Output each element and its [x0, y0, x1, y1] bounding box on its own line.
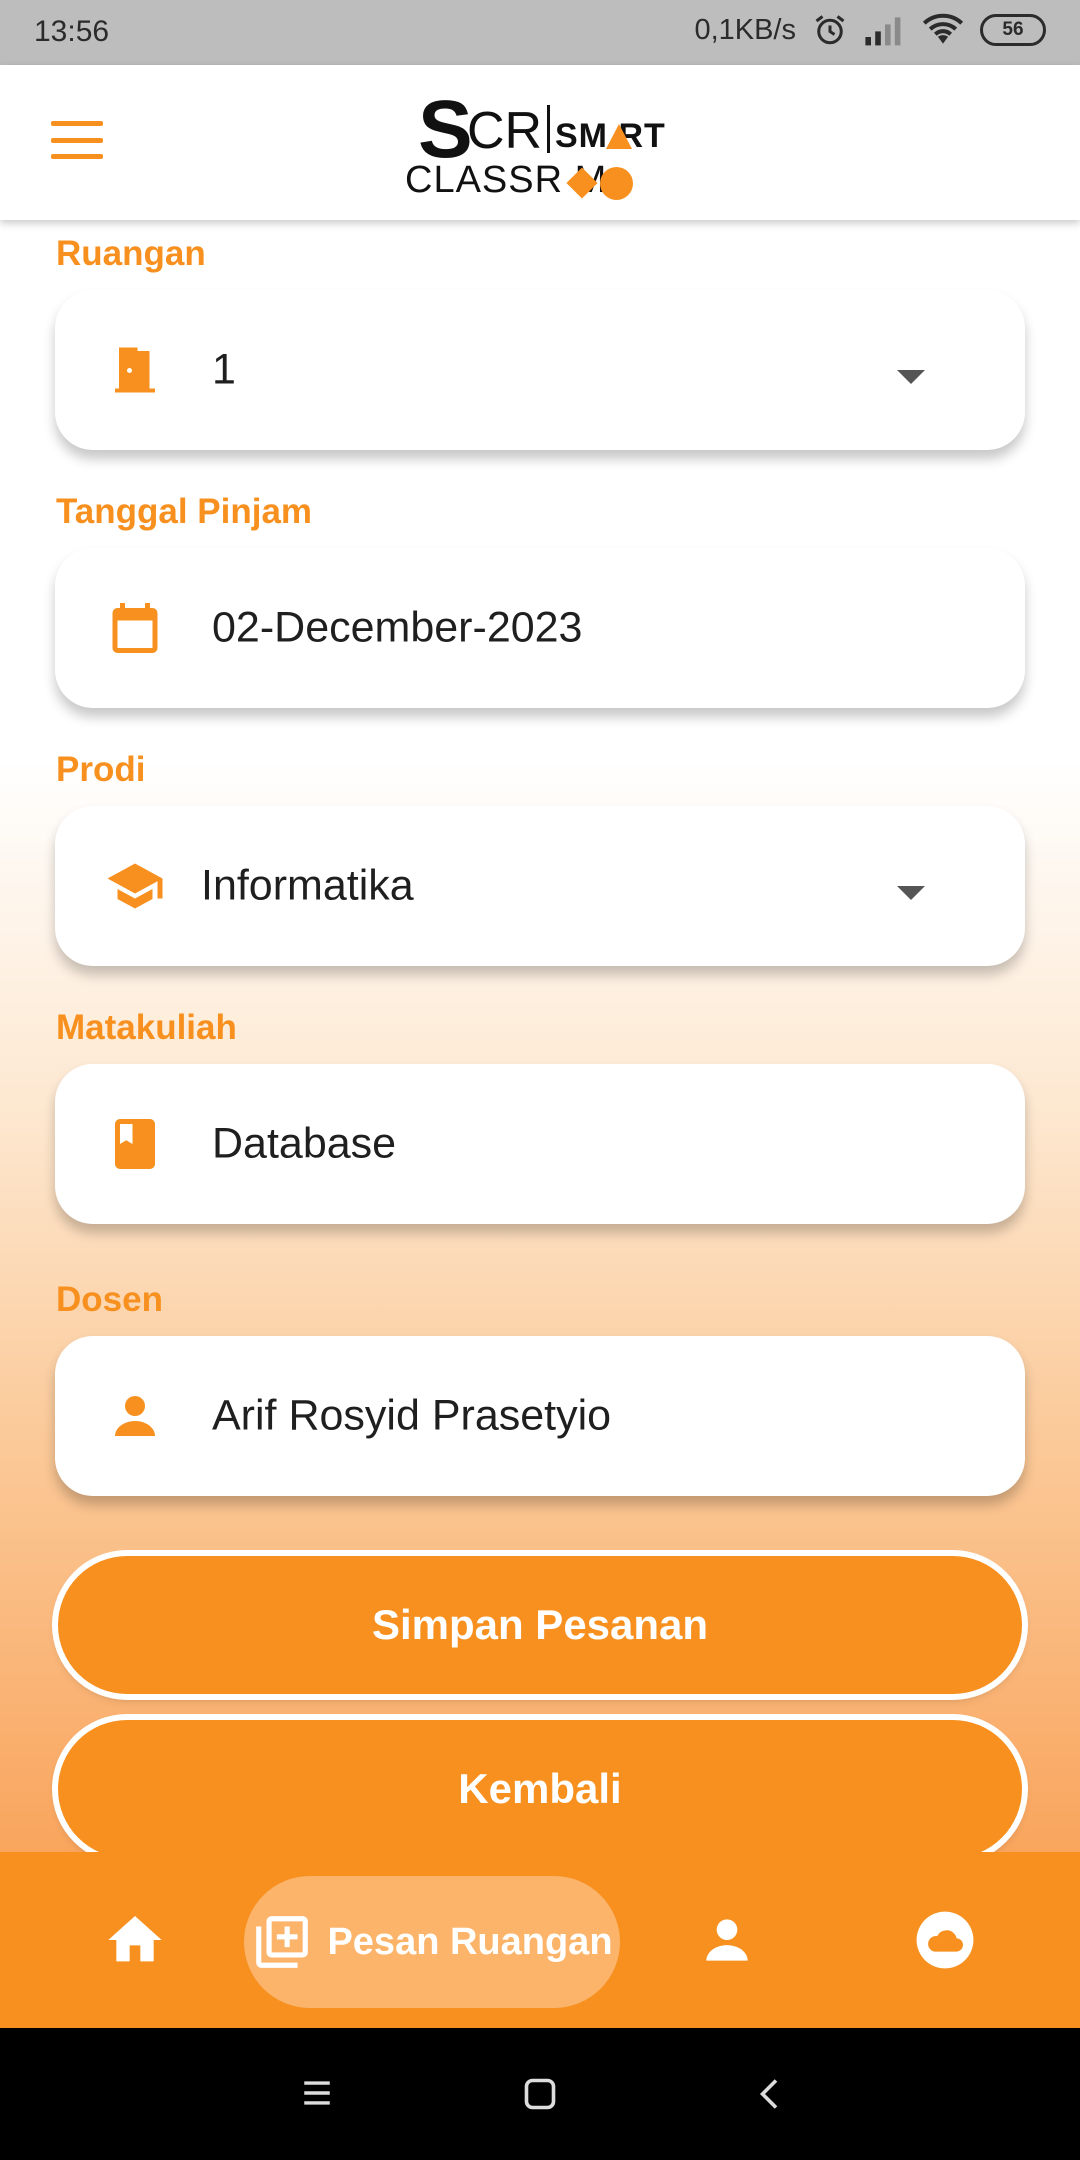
nav-pesan-ruangan-label: Pesan Ruangan	[327, 1920, 613, 1963]
ruangan-value: 1	[212, 345, 236, 394]
bottom-navigation: Pesan Ruangan	[0, 1852, 1080, 2028]
book-icon	[115, 1119, 155, 1169]
nav-cloud[interactable]	[890, 1852, 1000, 2028]
tanggal-value: 02-December-2023	[212, 603, 583, 652]
menu-button[interactable]	[44, 115, 110, 165]
logo-circle	[600, 167, 633, 200]
system-navigation-bar	[0, 2028, 1080, 2160]
person-icon	[706, 1919, 748, 1961]
prodi-dropdown[interactable]: Informatika	[55, 806, 1025, 966]
person-icon	[115, 1396, 155, 1436]
matakuliah-field[interactable]: Database	[55, 1064, 1025, 1224]
cloud-icon	[916, 1911, 974, 1969]
back-nav-icon[interactable]	[752, 2074, 788, 2114]
label-tanggal: Tanggal Pinjam	[56, 492, 313, 531]
graduation-cap-icon	[107, 863, 163, 909]
save-booking-button[interactable]: Simpan Pesanan	[58, 1556, 1022, 1694]
home-nav-icon[interactable]	[522, 2076, 558, 2112]
status-time: 13:56	[34, 15, 110, 48]
alarm-icon	[815, 15, 845, 45]
nav-profile[interactable]	[672, 1852, 782, 2028]
signal-icon	[865, 17, 901, 46]
status-icons: 0,1KB/s 56	[694, 12, 1046, 48]
label-matakuliah: Matakuliah	[56, 1008, 237, 1047]
dosen-value: Arif Rosyid Prasetyio	[212, 1391, 612, 1440]
chevron-down-icon	[897, 886, 925, 900]
nav-pesan-ruangan[interactable]: Pesan Ruangan	[244, 1876, 620, 2008]
label-prodi: Prodi	[56, 750, 146, 789]
booking-form: Ruangan 1 Tanggal Pinjam 02-December-202…	[0, 220, 1080, 1858]
ruangan-dropdown[interactable]: 1	[55, 290, 1025, 450]
matakuliah-value: Database	[212, 1119, 397, 1168]
chevron-down-icon	[897, 370, 925, 384]
app-bar: S CR SM RT CLASSR M	[0, 65, 1080, 220]
battery-indicator: 56	[980, 14, 1046, 46]
dosen-field[interactable]: Arif Rosyid Prasetyio	[55, 1336, 1025, 1496]
network-speed: 0,1KB/s	[694, 13, 796, 46]
menu-icon	[51, 121, 103, 126]
add-box-icon	[256, 1916, 309, 1968]
prodi-value: Informatika	[201, 861, 414, 910]
logo-triangle	[606, 124, 632, 149]
label-ruangan: Ruangan	[56, 234, 206, 273]
logo-divider	[547, 105, 550, 153]
wifi-icon	[922, 13, 964, 44]
label-dosen: Dosen	[56, 1280, 163, 1319]
tanggal-field[interactable]: 02-December-2023	[55, 548, 1025, 708]
door-icon	[115, 347, 155, 393]
back-button[interactable]: Kembali	[58, 1720, 1022, 1858]
home-icon	[108, 1916, 162, 1962]
app-logo: S CR SM RT CLASSR M	[405, 84, 685, 202]
battery-level: 56	[1002, 19, 1024, 40]
nav-home[interactable]	[80, 1852, 190, 2028]
calendar-icon	[112, 603, 158, 653]
recent-apps-icon[interactable]	[300, 2076, 334, 2110]
logo-cr: CR	[467, 102, 543, 160]
status-bar: 13:56 0,1KB/s 56	[0, 0, 1080, 65]
